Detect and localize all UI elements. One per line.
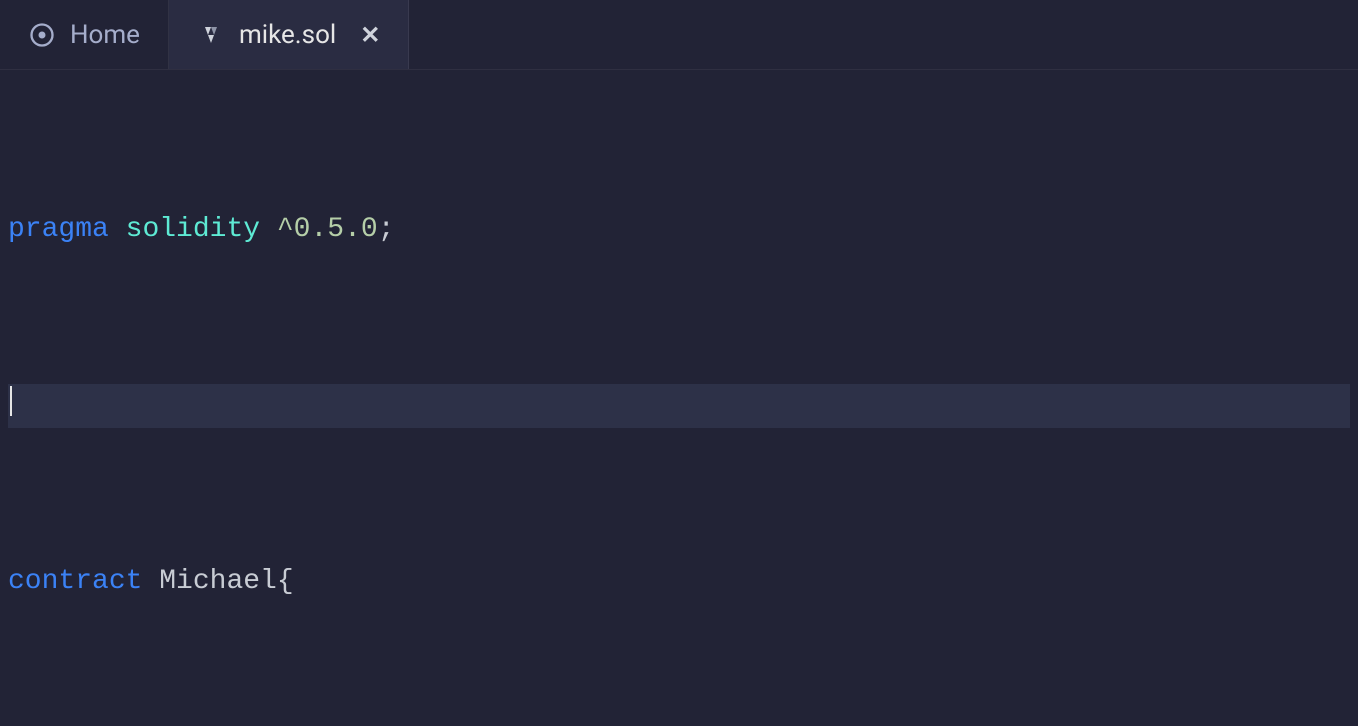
home-icon: [28, 21, 56, 49]
tab-mike-sol[interactable]: mike.sol ✕: [169, 0, 409, 69]
code-editor[interactable]: pragma solidity ^0.5.0; contract Michael…: [0, 70, 1358, 726]
kw-contract: contract: [8, 566, 142, 597]
punct-semi: ;: [378, 214, 395, 245]
code-line: contract Michael{: [8, 560, 1350, 604]
tab-home-label: Home: [70, 20, 140, 50]
version-literal: ^0.5.0: [277, 214, 378, 245]
code-line-current: [8, 384, 1350, 428]
tab-bar: Home mike.sol ✕: [0, 0, 1358, 70]
ident-contract-name: Michael: [159, 566, 277, 597]
kw-pragma: pragma: [8, 214, 109, 245]
close-icon[interactable]: ✕: [350, 21, 380, 49]
kw-solidity: solidity: [126, 214, 260, 245]
solidity-icon: [197, 21, 225, 49]
code-line: pragma solidity ^0.5.0;: [8, 208, 1350, 252]
text-cursor: [10, 386, 12, 416]
tab-home[interactable]: Home: [0, 0, 169, 69]
tab-mike-sol-label: mike.sol: [239, 20, 336, 50]
punct-lbrace: {: [277, 566, 294, 597]
